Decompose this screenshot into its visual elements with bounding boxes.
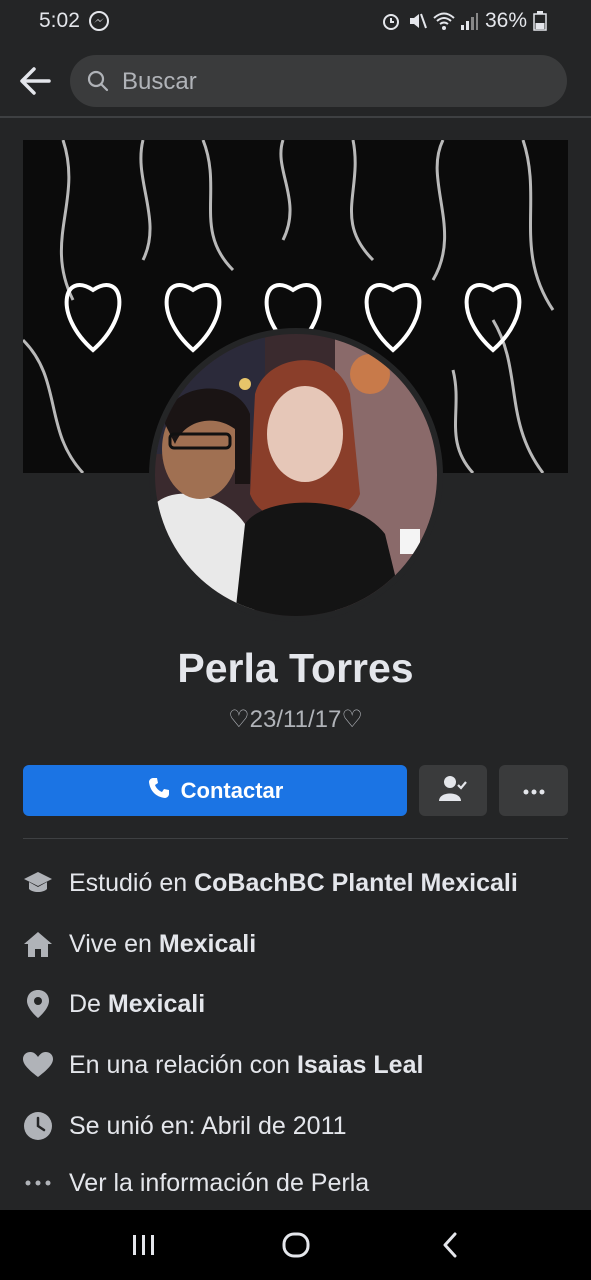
info-from-link[interactable]: Mexicali [108,990,205,1018]
home-icon [23,929,53,959]
system-nav-bar [0,1210,591,1280]
top-divider [0,116,591,118]
heart-icon [23,1050,53,1080]
section-divider [23,838,568,839]
more-options-button[interactable] [499,765,568,816]
info-see-more-text: Ver la información de Perla [69,1168,370,1197]
person-check-icon [439,775,467,806]
info-education-text: Estudió en CoBachBC Plantel Mexicali [69,868,518,897]
info-relationship-link[interactable]: Isaias Leal [297,1051,423,1079]
back-arrow-icon[interactable] [18,66,52,96]
info-lives-link[interactable]: Mexicali [159,930,256,958]
info-row-education[interactable]: Estudió en CoBachBC Plantel Mexicali [23,863,568,903]
status-icons: 36% [381,9,553,33]
home-button-icon[interactable] [276,1232,316,1258]
info-joined-text: Se unió en: Abril de 2011 [69,1111,347,1140]
more-dots-icon [523,782,545,800]
search-input[interactable]: Buscar [70,55,567,107]
info-row-joined: Se unió en: Abril de 2011 [23,1106,568,1146]
search-icon [86,69,110,98]
location-pin-icon [23,989,53,1019]
battery-icon [533,11,553,31]
avatar-photo [155,334,437,616]
wifi-icon [433,11,455,31]
graduation-cap-icon [23,868,53,898]
top-bar: Buscar [0,50,591,112]
alarm-icon [381,11,401,31]
contact-button-label: Contactar [180,777,284,803]
messenger-icon [88,10,110,37]
profile-name: Perla Torres [177,645,414,691]
info-education-link[interactable]: CoBachBC Plantel Mexicali [194,869,518,897]
info-row-relationship[interactable]: En una relación con Isaias Leal [23,1045,568,1085]
clock-icon [23,1111,53,1141]
info-row-see-more[interactable]: Ver la información de Perla [23,1163,568,1203]
info-lives-text: Vive en Mexicali [69,929,257,958]
more-dots-icon [23,1168,53,1198]
contact-button[interactable]: Contactar [23,765,407,816]
info-row-lives[interactable]: Vive en Mexicali [23,924,568,964]
back-nav-icon[interactable] [430,1232,470,1258]
status-bar: 5:02 36% [0,0,591,42]
mute-icon [407,11,427,31]
signal-icon [459,11,479,31]
recent-apps-icon[interactable] [124,1232,164,1258]
phone-icon [147,776,171,806]
battery-percent: 36% [484,9,527,32]
info-row-from[interactable]: De Mexicali [23,984,568,1024]
friend-status-button[interactable] [419,765,487,816]
status-time: 5:02 [39,9,80,32]
search-placeholder: Buscar [122,68,197,95]
info-from-text: De Mexicali [69,989,206,1018]
profile-bio: ♡23/11/17♡ [228,706,363,733]
profile-avatar[interactable] [149,328,443,622]
info-relationship-text: En una relación con Isaias Leal [69,1050,424,1079]
